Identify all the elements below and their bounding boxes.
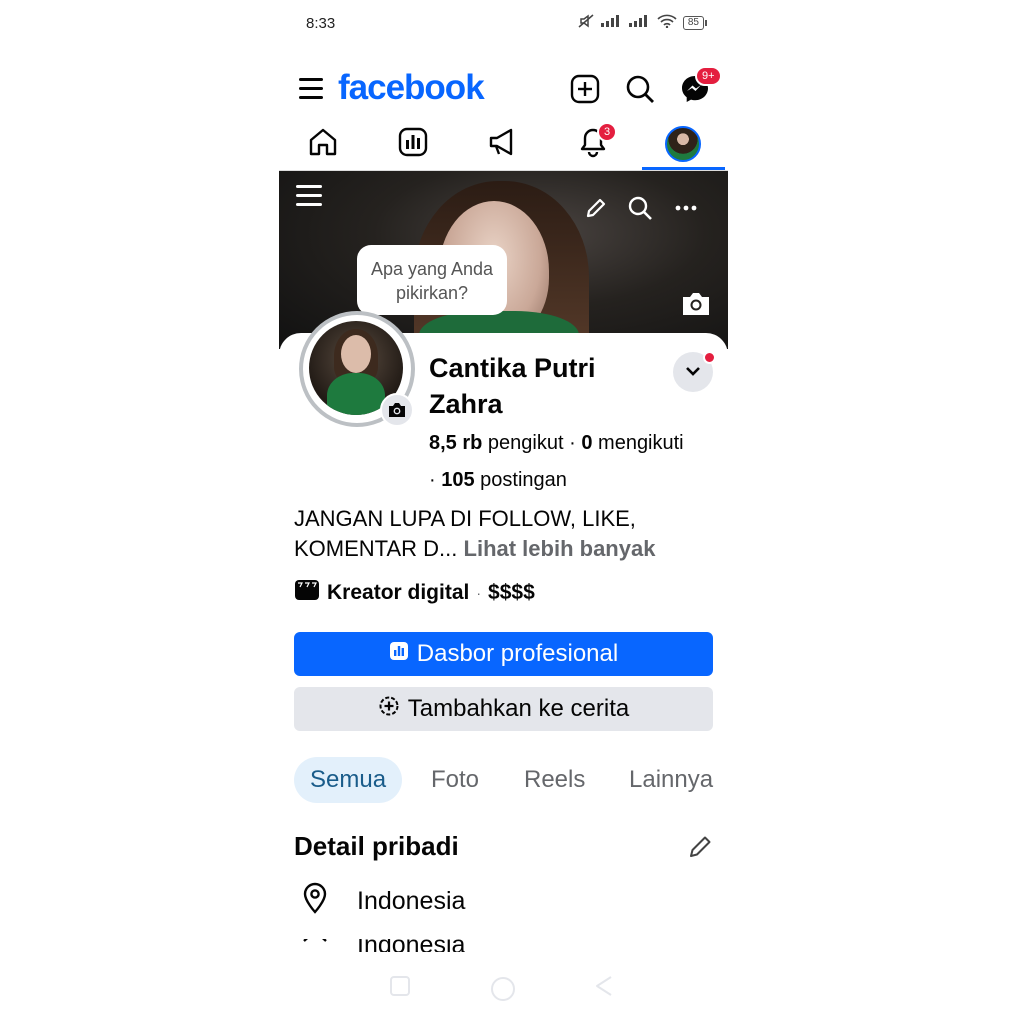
search-icon[interactable] (623, 72, 657, 106)
posts-label: postingan (480, 469, 567, 491)
add-to-story-button[interactable]: Tambahkan ke cerita (294, 687, 713, 731)
followers-label: pengikut (487, 432, 564, 454)
clapperboard-icon (294, 579, 320, 607)
cover-menu-icon[interactable] (295, 183, 323, 209)
dashboard-icon (397, 126, 429, 163)
add-story-icon (378, 695, 400, 724)
pencil-icon[interactable] (584, 196, 608, 220)
profile-category: Kreator digital · $$$$ (294, 579, 535, 607)
stats-separator: · (569, 432, 576, 454)
tab-photos[interactable]: Foto (431, 757, 479, 803)
cover-search-icon[interactable] (627, 195, 653, 221)
tab-reels[interactable]: Reels (524, 757, 585, 803)
wifi-icon (657, 14, 677, 31)
cover-camera-icon[interactable] (680, 290, 712, 318)
profile-tab-avatar (665, 126, 701, 162)
detail-location-text: Indonesia (357, 887, 466, 915)
following-count[interactable]: 0 (581, 432, 592, 454)
professional-dashboard-button[interactable]: Dasbor profesional (294, 632, 713, 676)
signal-icon (600, 15, 623, 30)
detail-row-hometown: Indonesia (301, 939, 465, 952)
tab-dashboard[interactable] (383, 124, 443, 164)
nav-back-icon[interactable] (593, 975, 615, 997)
personal-details-title: Detail pribadi (294, 831, 459, 861)
price-range: $$$$ (488, 581, 535, 604)
nav-home-icon[interactable] (489, 975, 517, 1003)
home-outline-icon (301, 939, 329, 952)
megaphone-icon (487, 126, 519, 163)
see-more-link[interactable]: Lihat lebih banyak (464, 536, 656, 561)
status-prompt-bubble[interactable]: Apa yang Anda pikirkan? (357, 245, 507, 315)
battery-indicator: 85 (682, 15, 708, 30)
chevron-down-icon (685, 363, 701, 381)
tab-profile[interactable] (653, 124, 713, 164)
phone-screen: 8:33 85 facebook 9+ 3 Apa yang Anda piki… (279, 0, 728, 1015)
tab-home[interactable] (293, 124, 353, 164)
detail-row-location: Indonesia (301, 882, 465, 921)
edit-details-icon[interactable] (687, 834, 713, 865)
dashboard-button-icon (389, 640, 409, 668)
detail-hometown-text: Indonesia (357, 939, 465, 952)
dashboard-button-label: Dasbor profesional (416, 640, 619, 667)
profile-name: Cantika Putri Zahra (429, 353, 596, 419)
signal-icon-2 (628, 15, 651, 30)
nav-recents-icon[interactable] (389, 975, 411, 997)
messenger-badge: 9+ (695, 66, 722, 86)
create-post-icon[interactable] (568, 72, 602, 106)
tab-ads[interactable] (473, 124, 533, 164)
stats-separator-2: · (429, 469, 436, 491)
category-separator: · (476, 585, 482, 601)
menu-icon[interactable] (299, 78, 323, 105)
mute-icon (577, 13, 595, 32)
profile-bio: JANGAN LUPA DI FOLLOW, LIKE, KOMENTAR D.… (294, 504, 714, 564)
facebook-logo: facebook (338, 68, 485, 107)
followers-count[interactable]: 8,5 rb (429, 432, 482, 454)
notifications-badge: 3 (597, 122, 618, 142)
status-icons: 85 (577, 13, 708, 32)
tab-all[interactable]: Semua (294, 757, 403, 803)
posts-count: 105 (441, 469, 475, 491)
location-pin-icon (301, 882, 329, 921)
home-icon (307, 126, 339, 163)
category-label: Kreator digital (327, 581, 470, 604)
status-time: 8:33 (306, 15, 336, 32)
avatar-camera-icon[interactable] (380, 393, 414, 427)
add-story-label: Tambahkan ke cerita (407, 695, 630, 722)
more-options-icon[interactable] (674, 204, 698, 212)
notification-dot (703, 351, 716, 364)
profile-stats: 8,5 rb pengikut · 0 mengikuti · 105 post… (429, 425, 724, 499)
tab-more[interactable]: Lainnya (629, 757, 713, 803)
following-label: mengikuti (598, 432, 684, 454)
